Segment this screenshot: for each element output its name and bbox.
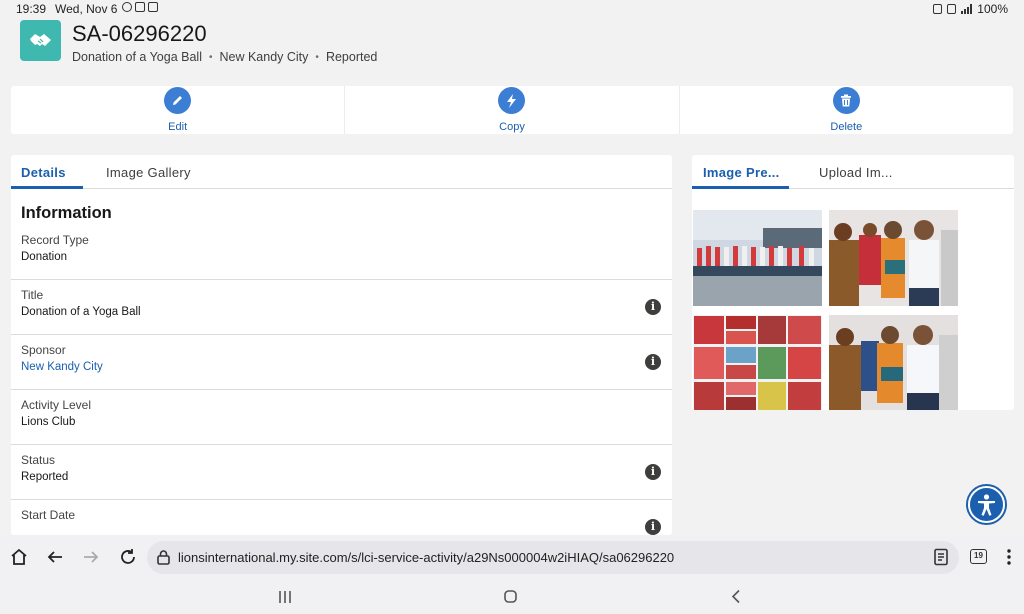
field-label: Title [21,288,44,302]
system-nav-bar [0,580,1024,614]
image-panel: Image Pre... Upload Im... [692,155,1014,410]
recent-apps-icon[interactable] [278,590,292,604]
field-label: Activity Level [21,398,92,412]
reload-icon[interactable] [119,548,137,566]
reader-mode-icon[interactable] [933,548,949,566]
field-value: Reported [21,471,69,483]
active-tab-indicator [11,186,83,189]
wifi-icon [947,4,957,14]
home-icon[interactable] [10,548,28,566]
accessibility-icon [978,494,995,516]
address-bar[interactable]: lionsinternational.my.site.com/s/lci-ser… [147,541,959,574]
info-icon[interactable]: i [645,354,661,370]
action-bar: Edit Copy Delete [11,86,1013,134]
back-arrow-icon[interactable] [46,548,64,566]
field-value: Donation [21,251,68,263]
tab-image-gallery[interactable]: Image Gallery [106,165,191,180]
field-status: Status Reported i [11,445,672,500]
copy-button[interactable]: Copy [344,86,678,134]
field-label: Start Date [21,508,76,522]
record-header: SA-06296220 Donation of a Yoga Ball • Ne… [0,18,1024,80]
separator: • [208,51,213,63]
field-label: Sponsor [21,343,66,357]
section-title: Information [21,204,112,222]
forward-arrow-icon[interactable] [82,548,100,566]
image-thumbnail[interactable] [829,210,958,306]
edit-button[interactable]: Edit [11,86,344,134]
copy-label: Copy [499,121,525,133]
field-title: Title Donation of a Yoga Ball i [11,280,672,335]
field-activity-level: Activity Level Lions Club [11,390,672,445]
field-label: Status [21,453,56,467]
field-start-date: Start Date i [11,500,672,535]
signal-icon [961,4,973,14]
info-icon[interactable]: i [645,464,661,480]
tab-upload-image[interactable]: Upload Im... [819,165,893,180]
field-record-type: Record Type Donation [11,225,672,280]
gallery-icon [135,2,145,12]
lock-icon[interactable] [157,550,170,565]
image-thumbnail[interactable] [693,315,822,410]
lightning-icon [498,87,526,114]
image-thumbnail[interactable] [693,210,822,306]
menu-dots-icon[interactable] [1004,548,1014,566]
detail-tabs: Details Image Gallery [11,155,672,189]
field-value: Donation of a Yoga Ball [21,306,141,318]
date: Wed, Nov 6 [55,2,118,16]
pencil-icon [164,87,192,114]
url-text[interactable]: lionsinternational.my.site.com/s/lci-ser… [178,550,674,565]
subtitle-sponsor: New Kandy City [219,50,309,64]
image-tabs: Image Pre... Upload Im... [692,155,1014,189]
image-thumbnail[interactable] [829,315,958,410]
accessibility-button[interactable] [968,486,1005,523]
sponsor-link[interactable]: New Kandy City [21,361,103,373]
tab-count-button[interactable]: 19 [970,549,987,564]
alarm-icon [933,4,943,14]
subtitle-status: Reported [325,50,378,64]
info-icon[interactable]: i [645,299,661,315]
subtitle-title: Donation of a Yoga Ball [72,50,202,64]
gmail-icon [148,2,158,12]
system-icons: 100% [933,2,1008,16]
trash-icon [832,87,860,114]
delete-button[interactable]: Delete [678,86,1013,134]
home-nav-icon[interactable] [503,589,518,604]
back-nav-icon[interactable] [730,589,742,604]
tab-image-preview[interactable]: Image Pre... [703,165,780,180]
details-panel: Details Image Gallery Information Record… [11,155,672,535]
edit-label: Edit [168,121,188,133]
browser-toolbar: lionsinternational.my.site.com/s/lci-ser… [0,535,1024,580]
notification-icons [122,2,158,12]
field-value: Lions Club [21,416,76,428]
handshake-icon [20,20,61,61]
whatsapp-icon [122,2,132,12]
clock: 19:39 [16,2,47,16]
record-subtitle: Donation of a Yoga Ball • New Kandy City… [72,50,377,64]
delete-label: Delete [830,121,863,133]
info-icon[interactable]: i [645,519,661,535]
field-label: Record Type [21,233,89,247]
active-tab-indicator [692,186,789,189]
battery-level: 100% [977,2,1008,16]
separator: • [315,51,319,63]
field-sponsor: Sponsor New Kandy City i [11,335,672,390]
status-bar: 19:39 Wed, Nov 6 100% [0,0,1024,18]
tab-details[interactable]: Details [21,165,66,180]
page-title: SA-06296220 [72,21,207,46]
